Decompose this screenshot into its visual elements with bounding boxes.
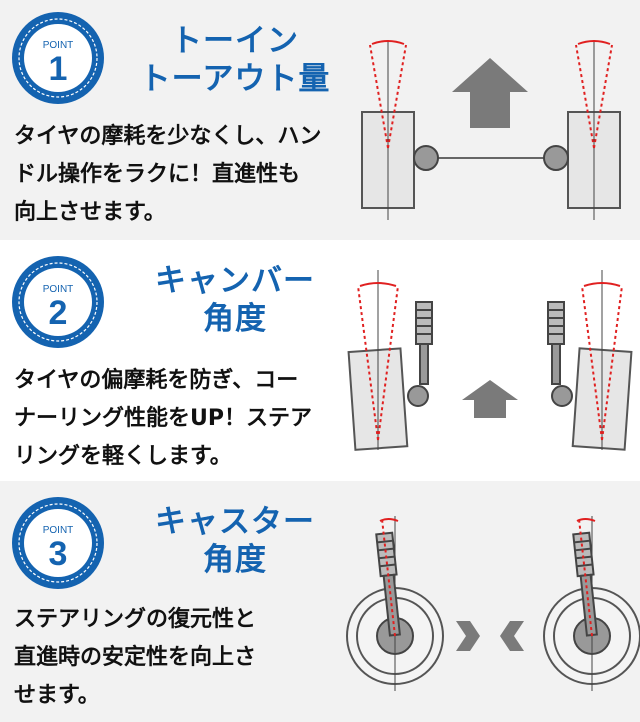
point-1-desc-line-2: ドル操作をラクに！直進性も	[14, 162, 301, 187]
point-1-title-line-2: トーアウト量	[139, 61, 331, 97]
point-1-number: 1	[49, 50, 68, 88]
left-shock-spring	[415, 301, 433, 345]
point-3-desc-line-1: ステアリングの復元性と	[14, 607, 257, 632]
point-3-desc-line-2: 直進時の安定性を向上さ	[14, 645, 257, 670]
point-2-section: POINT 2 キャンバー 角度 タイヤの偏摩耗を防ぎ、コー ナーリング性能をU…	[0, 240, 640, 481]
point-3-description: ステアリングの復元性と 直進時の安定性を向上さ せます。	[14, 601, 334, 715]
right-arrow-icon	[456, 621, 480, 651]
point-3-title-line-2: 角度	[203, 542, 267, 578]
left-hub	[413, 145, 439, 171]
point-3-desc-line-3: せます。	[14, 683, 100, 708]
left-shock-spring	[375, 531, 398, 578]
right-hub	[551, 385, 573, 407]
right-shock-spring	[547, 301, 565, 345]
point-1-badge: POINT 1	[12, 12, 104, 104]
point-2-number: 2	[49, 294, 68, 332]
point-1-title-line-1: トーイン	[171, 23, 299, 59]
point-1-section: POINT 1 トーイン トーアウト量 タイヤの摩耗を少なくし、ハン ドル操作を…	[0, 0, 640, 240]
point-2-title: キャンバー 角度	[120, 262, 350, 338]
right-angle-arrow	[576, 518, 596, 522]
forward-arrow-icon	[462, 380, 518, 418]
camber-diagram	[347, 270, 633, 451]
point-2-desc-line-3: リングを軽くします。	[14, 444, 232, 469]
left-arrow-icon	[500, 621, 524, 651]
caster-diagram	[346, 516, 640, 691]
point-1-desc-line-1: タイヤの摩耗を少なくし、ハン	[14, 124, 322, 149]
point-2-desc-line-1: タイヤの偏摩耗を防ぎ、コー	[14, 368, 299, 393]
left-angle-arrow	[379, 518, 399, 522]
point-1-desc-line-3: 向上させます。	[14, 200, 166, 225]
point-1-description: タイヤの摩耗を少なくし、ハン ドル操作をラクに！直進性も 向上させます。	[14, 118, 334, 232]
point-2-title-line-2: 角度	[203, 301, 267, 337]
point-2-title-line-1: キャンバー	[155, 263, 315, 299]
point-3-badge: POINT 3	[12, 497, 104, 589]
point-2-desc-line-2: ナーリング性能をUP！ステア	[14, 406, 312, 431]
toe-diagram	[361, 40, 621, 220]
left-hub	[407, 385, 429, 407]
point-2-description: タイヤの偏摩耗を防ぎ、コー ナーリング性能をUP！ステア リングを軽くします。	[14, 362, 334, 476]
point-3-section: POINT 3 キャスター 角度 ステアリングの復元性と 直進時の安定性を向上さ…	[0, 481, 640, 722]
right-shock-spring	[572, 531, 595, 578]
point-1-title: トーイン トーアウト量	[120, 22, 350, 98]
forward-arrow-icon	[452, 58, 528, 128]
point-3-title-line-1: キャスター	[155, 504, 315, 540]
point-2-badge: POINT 2	[12, 256, 104, 348]
point-3-title: キャスター 角度	[120, 503, 350, 579]
right-hub	[543, 145, 569, 171]
point-3-number: 3	[49, 535, 68, 573]
